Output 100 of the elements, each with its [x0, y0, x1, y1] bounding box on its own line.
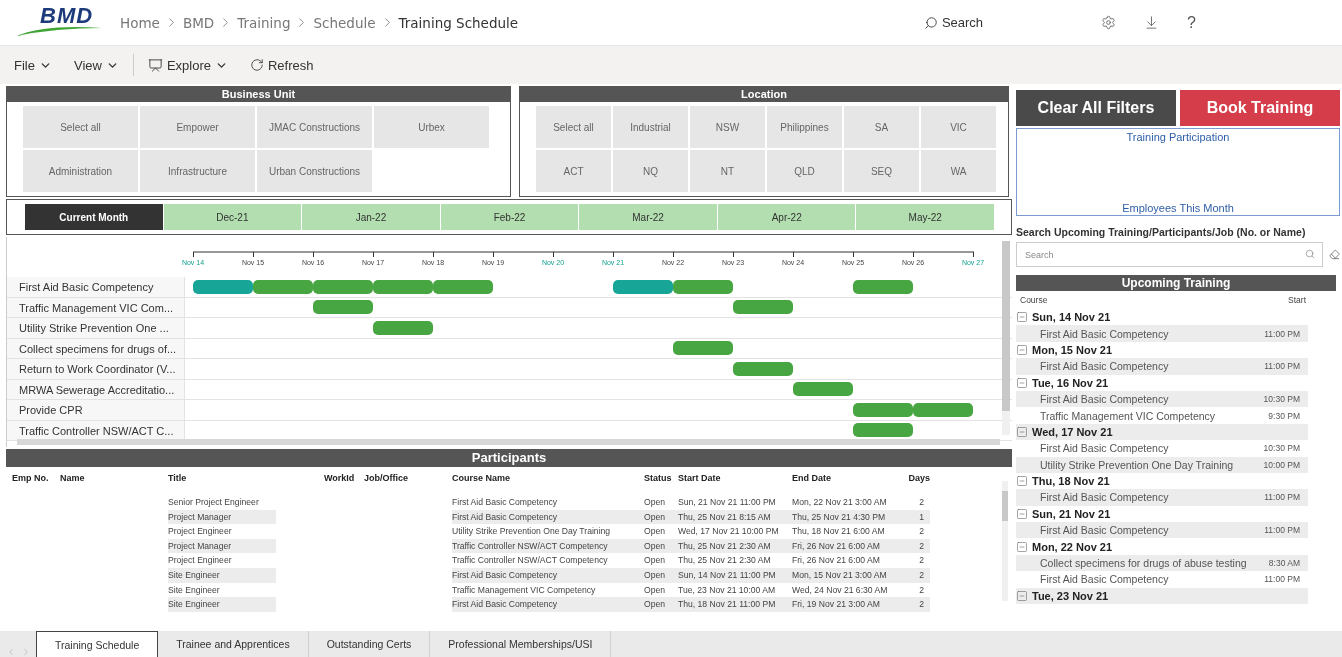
schedule-bar[interactable] — [673, 341, 733, 356]
schedule-bar[interactable] — [613, 279, 673, 294]
collapse-icon[interactable] — [1016, 343, 1028, 356]
filter-tile[interactable]: NT — [690, 150, 765, 192]
book-training-button[interactable]: Book Training — [1180, 90, 1340, 126]
schedule-bar[interactable] — [853, 423, 913, 438]
table-cell-text: Open — [644, 554, 667, 568]
vertical-scrollbar[interactable] — [1002, 481, 1008, 601]
table-cell-text: Fri, 26 Nov 21 6:00 AM — [792, 554, 881, 568]
filter-tile[interactable]: Urbex — [374, 106, 489, 148]
filter-tile[interactable]: NSW — [690, 106, 765, 148]
horizontal-scrollbar[interactable] — [17, 439, 1000, 445]
schedule-bar[interactable] — [253, 279, 313, 294]
column-header[interactable]: Course Name — [452, 467, 644, 495]
table-cell: Traffic Controller NSW/ACT Competency — [452, 538, 644, 554]
table-cell: Thu, 18 Nov 21 11:00 PM — [678, 597, 792, 612]
collapse-icon[interactable] — [1016, 311, 1028, 324]
breadcrumb-link[interactable]: BMD — [182, 14, 215, 31]
filter-tile[interactable]: JMAC Constructions — [257, 106, 372, 148]
table-cell: Open — [644, 509, 678, 525]
help-button[interactable]: ? — [1187, 13, 1196, 32]
collapse-icon[interactable] — [1016, 425, 1028, 438]
filter-tile[interactable]: Industrial — [613, 106, 688, 148]
page-tab[interactable]: Training Schedule — [36, 631, 159, 657]
filter-tile[interactable]: SA — [844, 106, 919, 148]
collapse-icon[interactable] — [1016, 376, 1028, 389]
table-cell-text: Thu, 18 Nov 21 6:00 AM — [792, 525, 886, 539]
filter-tile[interactable]: Select all — [23, 106, 138, 148]
filter-tile[interactable]: Philippines — [767, 106, 842, 148]
start-time: 10:30 PM — [1262, 394, 1301, 405]
filter-tile[interactable]: Select all — [536, 106, 611, 148]
schedule-bar[interactable] — [313, 300, 373, 315]
month-button[interactable]: Current Month — [25, 204, 164, 230]
menu-button[interactable]: File — [14, 57, 52, 73]
collapse-icon[interactable] — [1016, 589, 1028, 602]
settings-icon[interactable] — [1101, 15, 1117, 30]
filter-tile[interactable]: SEQ — [844, 150, 919, 192]
course-label: Return to Work Coordinator (V... — [7, 359, 185, 379]
group-date: Mon, 22 Nov 21 — [1032, 540, 1113, 553]
table-cell: Fri, 19 Nov 21 3:00 AM — [792, 597, 904, 612]
column-header[interactable]: Status — [644, 467, 678, 495]
table-cell: 1 — [904, 509, 930, 525]
filter-tile[interactable]: ACT — [536, 150, 611, 192]
schedule-bar[interactable] — [373, 320, 433, 335]
filter-tile[interactable]: WA — [921, 150, 996, 192]
table-cell: 2 — [904, 597, 930, 612]
clear-filters-button[interactable]: Clear All Filters — [1016, 90, 1176, 126]
refresh-button[interactable]: Refresh — [250, 57, 314, 73]
schedule-bar[interactable] — [433, 279, 493, 294]
column-header[interactable]: Title — [168, 467, 276, 495]
month-button[interactable]: Apr-22 — [717, 204, 857, 230]
eraser-icon[interactable] — [1329, 249, 1340, 260]
month-button[interactable]: Feb-22 — [440, 204, 580, 230]
schedule-bar[interactable] — [193, 279, 253, 294]
filter-tile[interactable]: Urban Constructions — [257, 150, 372, 192]
course-label: Provide CPR — [7, 400, 185, 420]
filter-tile[interactable]: NQ — [613, 150, 688, 192]
filter-tile[interactable]: Empower — [140, 106, 255, 148]
column-header[interactable]: End Date — [792, 467, 904, 495]
column-header[interactable]: Days — [904, 467, 930, 495]
month-button[interactable]: Mar-22 — [579, 204, 718, 230]
schedule-bar[interactable] — [733, 361, 793, 376]
column-header[interactable]: Start Date — [678, 467, 792, 495]
page-tab[interactable]: Trainee and Apprentices — [158, 631, 309, 657]
column-header[interactable]: WorkId — [324, 467, 364, 495]
breadcrumb-link[interactable]: Training — [237, 14, 291, 31]
table-cell-text: Traffic Controller NSW/ACT Competency — [452, 554, 609, 568]
month-button[interactable]: Jan-22 — [302, 204, 441, 230]
table-cell: Open — [644, 567, 678, 583]
vertical-scrollbar[interactable] — [1002, 241, 1010, 435]
schedule-bar[interactable] — [733, 300, 793, 315]
schedule-bar[interactable] — [853, 402, 913, 417]
search-button[interactable]: Search — [923, 15, 984, 30]
breadcrumb-link[interactable]: Home — [120, 14, 160, 31]
collapse-icon[interactable] — [1016, 507, 1028, 520]
breadcrumb-link[interactable]: Schedule — [313, 14, 376, 31]
course-label: Utility Strike Prevention One ... — [7, 318, 185, 338]
filter-tile[interactable]: Infrastructure — [140, 150, 255, 192]
filter-tile[interactable]: VIC — [921, 106, 996, 148]
column-header[interactable]: Emp No. — [12, 467, 60, 495]
collapse-icon[interactable] — [1016, 475, 1028, 488]
schedule-bar[interactable] — [313, 279, 373, 294]
collapse-icon[interactable] — [1016, 540, 1028, 553]
schedule-bar[interactable] — [373, 279, 433, 294]
column-header[interactable]: Name — [60, 467, 168, 495]
column-header[interactable]: Job/Office — [364, 467, 452, 495]
filter-tile[interactable]: Administration — [23, 150, 138, 192]
page-tab[interactable]: Professional Memberships/USI — [430, 631, 612, 657]
schedule-bar[interactable] — [853, 279, 913, 294]
month-button[interactable]: May-22 — [856, 204, 996, 230]
schedule-bar[interactable] — [673, 279, 733, 294]
filter-tile[interactable]: QLD — [767, 150, 842, 192]
schedule-bar[interactable] — [793, 382, 853, 397]
explore-button[interactable]: Explore — [147, 57, 228, 73]
breadcrumb-link[interactable]: Training Schedule — [398, 14, 519, 31]
menu-button[interactable]: View — [73, 57, 119, 73]
search-field[interactable]: Search — [1016, 242, 1323, 267]
page-tab[interactable]: Outstanding Certs — [308, 631, 431, 657]
schedule-bar[interactable] — [913, 402, 973, 417]
month-button[interactable]: Dec-21 — [163, 204, 303, 230]
